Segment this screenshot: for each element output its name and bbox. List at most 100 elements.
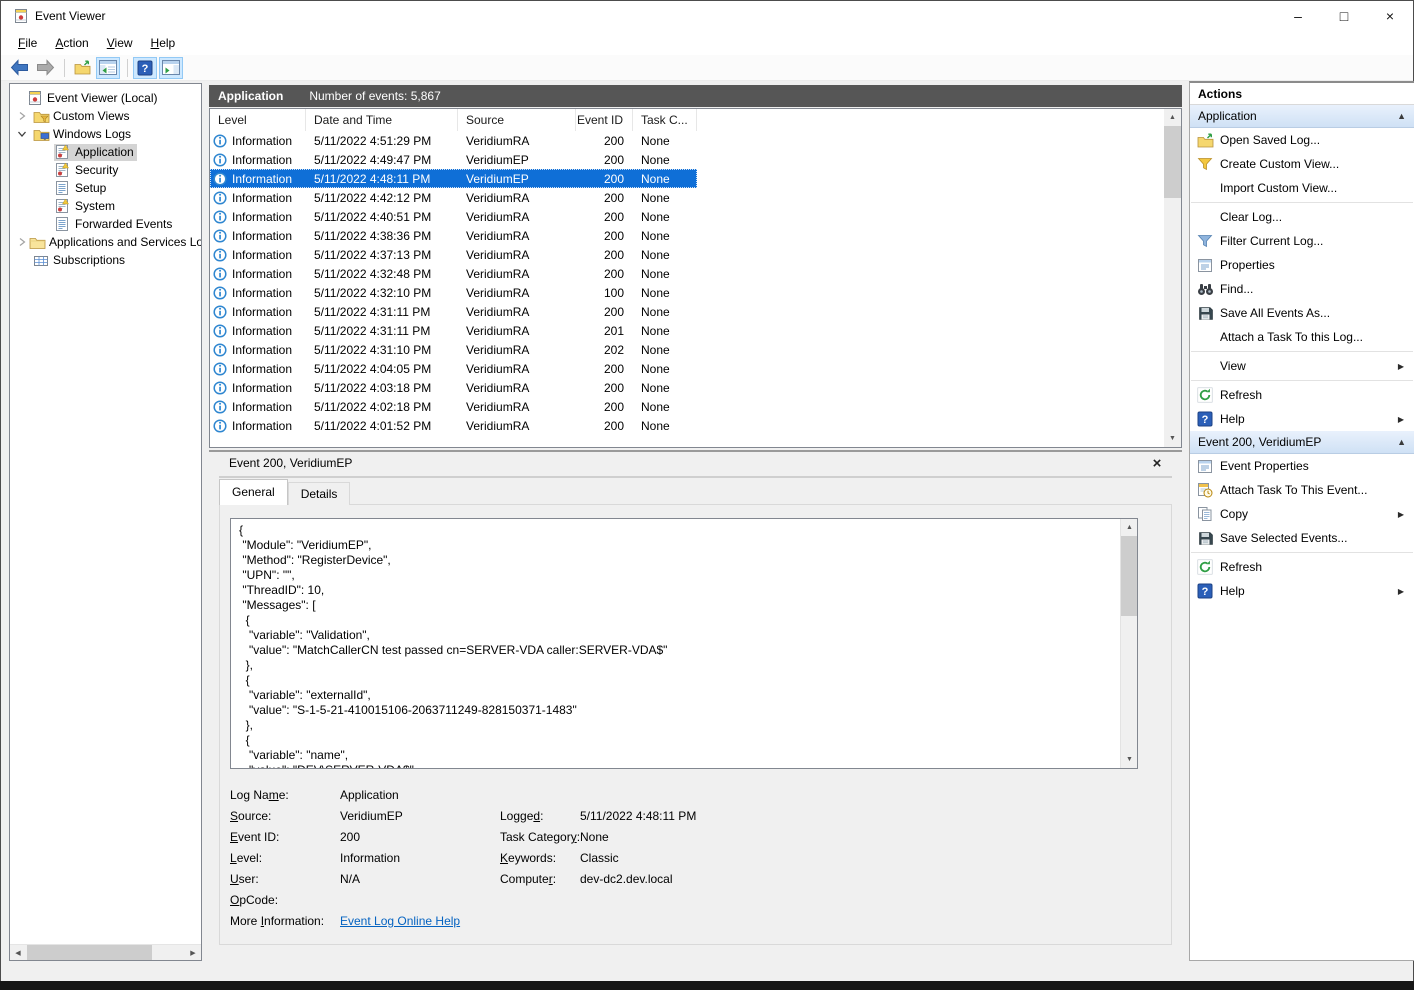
event-row[interactable]: Information5/11/2022 4:02:18 PMVeridiumR… — [210, 397, 697, 416]
maximize-button[interactable]: □ — [1321, 1, 1367, 31]
event-row[interactable]: Information5/11/2022 4:32:10 PMVeridiumR… — [210, 283, 697, 302]
tree-horizontal-scrollbar[interactable]: ◀ ▶ — [10, 944, 201, 960]
json-line: "value": "S-1-5-21-410015106-2063711249-… — [239, 703, 1119, 718]
action-label: Refresh — [1220, 560, 1414, 574]
event-row[interactable]: Information5/11/2022 4:31:11 PMVeridiumR… — [210, 321, 697, 340]
menu-item-help[interactable]: Help — [142, 33, 185, 53]
collapse-section-icon[interactable]: ▲ — [1397, 111, 1406, 121]
menu-item-view[interactable]: View — [98, 33, 142, 53]
chevron-right-icon[interactable] — [16, 110, 28, 122]
tree-item-setup[interactable]: Setup — [10, 179, 201, 197]
action-open-saved-log[interactable]: Open Saved Log... — [1190, 128, 1414, 152]
tree-item-windows-logs[interactable]: Windows Logs — [10, 125, 201, 143]
cell-datetime: 5/11/2022 4:03:18 PM — [306, 381, 458, 395]
column-header-source[interactable]: Source — [458, 109, 576, 131]
show-console-tree-toggle[interactable] — [96, 57, 120, 79]
scroll-down-icon[interactable]: ▼ — [1164, 430, 1181, 447]
scrollbar-thumb[interactable] — [1164, 126, 1181, 198]
tree-item-event-viewer-local[interactable]: Event Viewer (Local) — [10, 89, 201, 107]
action-clear-log[interactable]: Clear Log... — [1190, 205, 1414, 229]
tab-details[interactable]: Details — [288, 482, 351, 505]
event-row[interactable]: Information5/11/2022 4:38:36 PMVeridiumR… — [210, 226, 697, 245]
event-row[interactable]: Information5/11/2022 4:48:11 PMVeridiumE… — [210, 169, 697, 188]
chevron-down-icon[interactable] — [16, 128, 28, 140]
action-refresh[interactable]: Refresh — [1190, 555, 1414, 579]
column-header-date-and-time[interactable]: Date and Time — [306, 109, 458, 131]
tree-item-label: Security — [72, 163, 118, 177]
collapse-section-icon[interactable]: ▲ — [1397, 437, 1406, 447]
back-button[interactable] — [7, 57, 31, 79]
tree-item-forwarded-events[interactable]: Forwarded Events — [10, 215, 201, 233]
toolbar-separator — [64, 59, 65, 77]
tree-item-application[interactable]: Application — [10, 143, 201, 161]
minimize-button[interactable]: – — [1275, 1, 1321, 31]
event-row[interactable]: Information5/11/2022 4:01:52 PMVeridiumR… — [210, 416, 697, 435]
action-view[interactable]: View▶ — [1190, 354, 1414, 378]
event-log-online-help-link[interactable]: Event Log Online Help — [340, 914, 460, 928]
action-save-all-events-as[interactable]: Save All Events As... — [1190, 301, 1414, 325]
action-label: View — [1220, 359, 1414, 373]
tab-general[interactable]: General — [219, 479, 288, 505]
action-attach-task-to-this-event[interactable]: Attach Task To This Event... — [1190, 478, 1414, 502]
action-attach-a-task-to-this-log[interactable]: Attach a Task To this Log... — [1190, 325, 1414, 349]
scroll-up-icon[interactable]: ▲ — [1121, 519, 1138, 536]
tree-item-subscriptions[interactable]: Subscriptions — [10, 251, 201, 269]
event-row[interactable]: Information5/11/2022 4:31:11 PMVeridiumR… — [210, 302, 697, 321]
action-create-custom-view[interactable]: Create Custom View... — [1190, 152, 1414, 176]
event-row[interactable]: Information5/11/2022 4:31:10 PMVeridiumR… — [210, 340, 697, 359]
cell-datetime: 5/11/2022 4:31:11 PM — [306, 324, 458, 338]
action-copy[interactable]: Copy▶ — [1190, 502, 1414, 526]
meta-value: Classic — [580, 851, 619, 865]
tree-item-applications-and-services-lo[interactable]: Applications and Services Lo — [10, 233, 201, 251]
tree-item-custom-views[interactable]: Custom Views — [10, 107, 201, 125]
event-row[interactable]: Information5/11/2022 4:40:51 PMVeridiumR… — [210, 207, 697, 226]
scroll-up-icon[interactable]: ▲ — [1164, 109, 1181, 126]
event-row[interactable]: Information5/11/2022 4:42:12 PMVeridiumR… — [210, 188, 697, 207]
description-vertical-scrollbar[interactable]: ▲ ▼ — [1120, 519, 1137, 768]
properties-icon — [1196, 458, 1214, 475]
tree-item-system[interactable]: System — [10, 197, 201, 215]
meta-label: Keywords: — [500, 851, 556, 865]
action-label: Refresh — [1220, 388, 1414, 402]
close-button[interactable]: × — [1367, 1, 1413, 31]
actions-section-header-application[interactable]: Application▲ — [1190, 105, 1414, 128]
help-button[interactable]: ? — [133, 57, 157, 79]
event-row[interactable]: Information5/11/2022 4:49:47 PMVeridiumE… — [210, 150, 697, 169]
scroll-down-icon[interactable]: ▼ — [1121, 751, 1138, 768]
scrollbar-thumb[interactable] — [1121, 536, 1138, 616]
menu-item-action[interactable]: Action — [46, 33, 97, 53]
scrollbar-thumb[interactable] — [27, 945, 152, 961]
cell-level: Information — [210, 191, 306, 205]
action-find[interactable]: Find... — [1190, 277, 1414, 301]
open-saved-log-button[interactable] — [70, 57, 94, 79]
menu-item-file[interactable]: File — [9, 33, 46, 53]
event-row[interactable]: Information5/11/2022 4:32:48 PMVeridiumR… — [210, 264, 697, 283]
actions-section-header-event-200-veridiumep[interactable]: Event 200, VeridiumEP▲ — [1190, 431, 1414, 454]
action-event-properties[interactable]: Event Properties — [1190, 454, 1414, 478]
events-vertical-scrollbar[interactable]: ▲ ▼ — [1164, 109, 1181, 447]
json-line: { — [239, 733, 1119, 748]
scroll-right-icon[interactable]: ▶ — [185, 945, 201, 961]
action-save-selected-events[interactable]: Save Selected Events... — [1190, 526, 1414, 550]
action-import-custom-view[interactable]: Import Custom View... — [1190, 176, 1414, 200]
column-header-level[interactable]: Level — [210, 109, 306, 131]
event-row[interactable]: Information5/11/2022 4:03:18 PMVeridiumR… — [210, 378, 697, 397]
action-properties[interactable]: Properties — [1190, 253, 1414, 277]
action-filter-current-log[interactable]: Filter Current Log... — [1190, 229, 1414, 253]
chevron-right-icon[interactable] — [16, 236, 28, 248]
forward-button[interactable] — [33, 57, 57, 79]
tree-item-security[interactable]: Security — [10, 161, 201, 179]
show-action-pane-toggle[interactable] — [159, 57, 183, 79]
column-header-task-c[interactable]: Task C... — [633, 109, 697, 131]
event-row[interactable]: Information5/11/2022 4:37:13 PMVeridiumR… — [210, 245, 697, 264]
action-help[interactable]: ?Help▶ — [1190, 579, 1414, 603]
event-row[interactable]: Information5/11/2022 4:51:29 PMVeridiumR… — [210, 131, 697, 150]
meta-value: None — [580, 830, 609, 844]
column-header-event-id[interactable]: Event ID — [576, 109, 633, 131]
action-refresh[interactable]: Refresh — [1190, 383, 1414, 407]
close-preview-icon[interactable]: × — [1148, 454, 1166, 472]
event-row[interactable]: Information5/11/2022 4:04:05 PMVeridiumR… — [210, 359, 697, 378]
event-description-box[interactable]: { "Module": "VeridiumEP", "Method": "Reg… — [230, 518, 1138, 769]
action-help[interactable]: ?Help▶ — [1190, 407, 1414, 431]
scroll-left-icon[interactable]: ◀ — [10, 945, 26, 961]
